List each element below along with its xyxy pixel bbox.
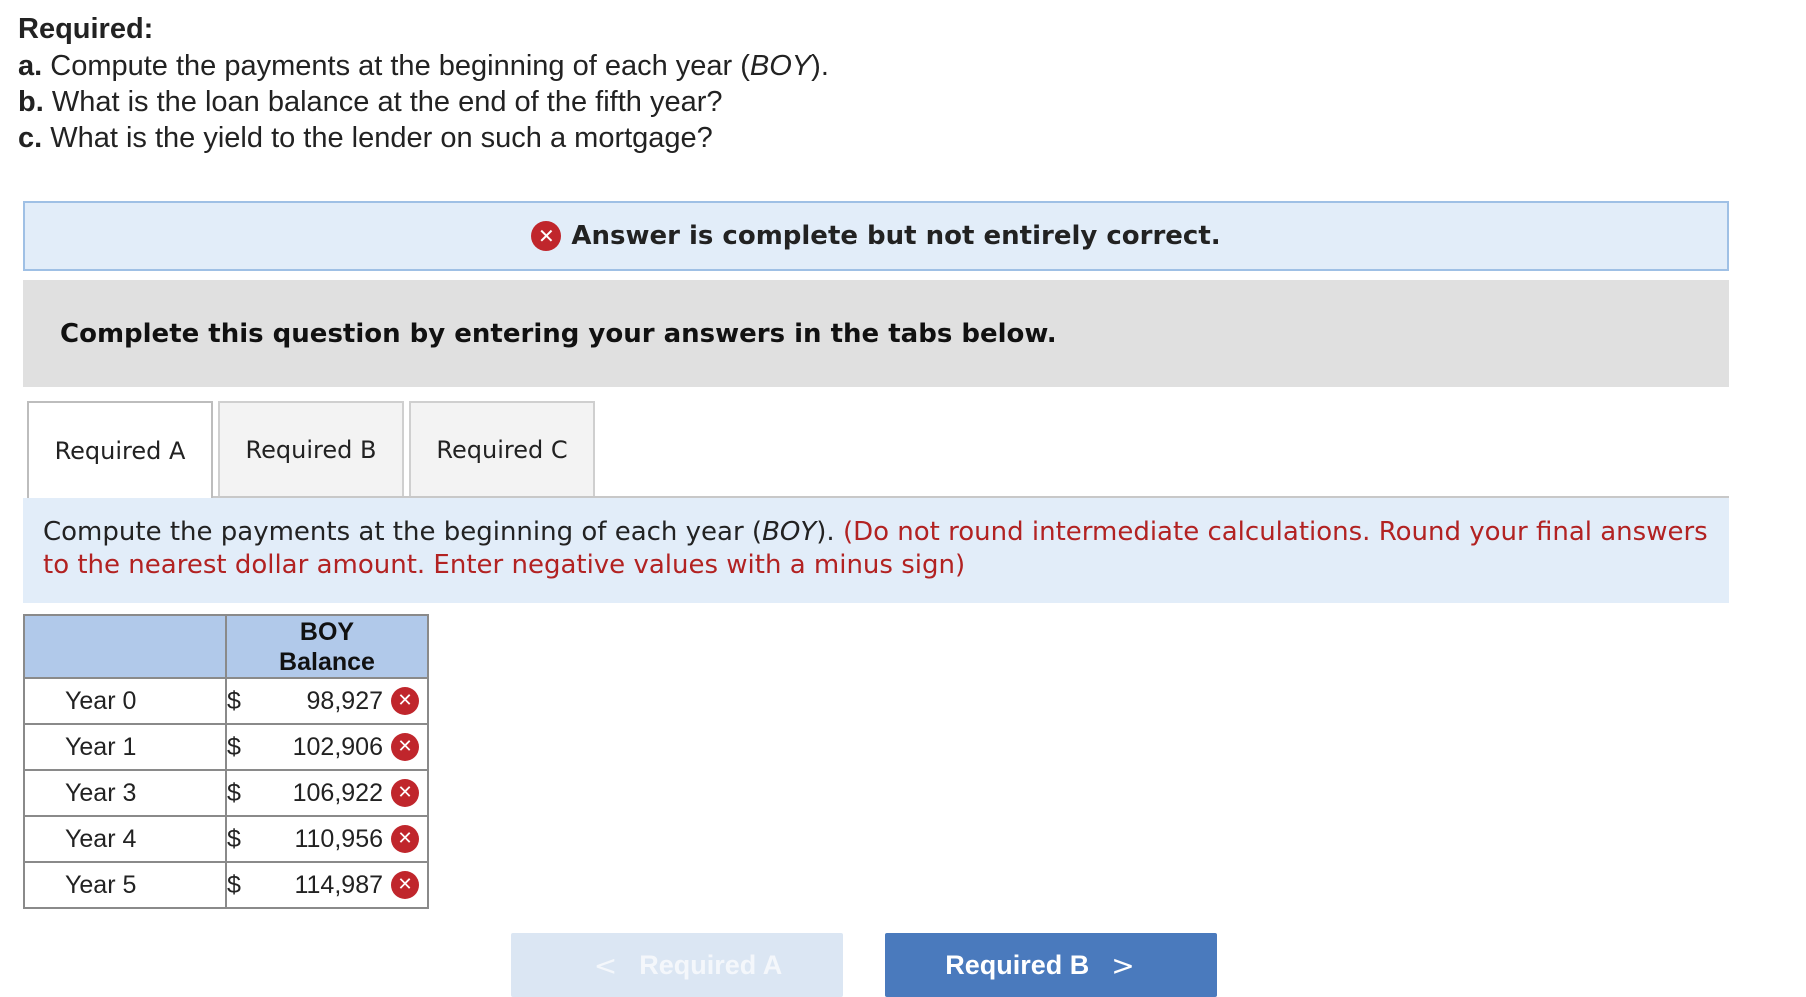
requirement-letter: a. (18, 50, 43, 82)
instruction-text: Complete this question by entering your … (60, 318, 1057, 349)
balance-input[interactable]: 102,906 (257, 733, 391, 762)
row-label: Year 4 (23, 815, 227, 863)
balance-cell: $ 106,922 ✕ (225, 769, 429, 817)
tab-required-b[interactable]: Required B (218, 401, 404, 496)
balance-input[interactable]: 114,987 (257, 871, 391, 900)
answer-status-text: Answer is complete but not entirely corr… (571, 221, 1221, 251)
incorrect-x-icon: ✕ (391, 687, 419, 715)
requirement-letter: c. (18, 122, 43, 154)
row-label: Year 1 (23, 723, 227, 771)
tab-bar: Required A Required B Required C (27, 401, 1733, 499)
answer-status-banner: ✕ Answer is complete but not entirely co… (23, 201, 1729, 271)
prev-button-label: Required A (639, 949, 783, 980)
balance-cell: $ 102,906 ✕ (225, 723, 429, 771)
prev-required-a-button[interactable]: < Required A (511, 933, 843, 997)
balance-input[interactable]: 110,956 (257, 825, 391, 854)
requirement-tail: ). (811, 50, 829, 82)
table-row: Year 3 $ 106,922 ✕ (23, 769, 429, 817)
requirement-text: What is the yield to the lender on such … (50, 122, 713, 154)
currency-symbol: $ (227, 778, 241, 807)
requirement-letter: b. (18, 86, 44, 118)
prompt-lead: Compute the payments at the beginning of… (43, 517, 763, 547)
chevron-left-icon: < (593, 948, 618, 982)
row-label: Year 5 (23, 861, 227, 909)
table-row: Year 1 $ 102,906 ✕ (23, 723, 429, 771)
prompt-close: ). (816, 517, 843, 547)
balance-cell: $ 114,987 ✕ (225, 861, 429, 909)
currency-symbol: $ (227, 686, 241, 715)
balance-input[interactable]: 106,922 (257, 779, 391, 808)
requirement-text: Compute the payments at the beginning of… (50, 50, 750, 82)
balance-cell: $ 110,956 ✕ (225, 815, 429, 863)
incorrect-x-icon: ✕ (391, 871, 419, 899)
table-header-row: BOY Balance (23, 614, 429, 679)
tab-required-a[interactable]: Required A (27, 401, 213, 498)
x-circle-icon: ✕ (531, 221, 562, 251)
row-label: Year 0 (23, 677, 227, 725)
table-row: Year 4 $ 110,956 ✕ (23, 815, 429, 863)
currency-symbol: $ (227, 732, 241, 761)
question-prompt: Compute the payments at the beginning of… (23, 498, 1729, 603)
boy-balance-table: BOY Balance Year 0 $ 98,927 ✕ Year 1 $ 1… (23, 614, 429, 909)
requirement-text: What is the loan balance at the end of t… (51, 86, 723, 118)
currency-symbol: $ (227, 870, 241, 899)
balance-cell: $ 98,927 ✕ (225, 677, 429, 725)
requirement-a: a. Compute the payments at the beginning… (18, 48, 1118, 84)
incorrect-x-icon: ✕ (391, 733, 419, 761)
table-row: Year 5 $ 114,987 ✕ (23, 861, 429, 909)
chevron-right-icon: > (1111, 948, 1135, 982)
requirements-heading: Required: (18, 13, 154, 45)
next-button-label: Required B (945, 949, 1090, 980)
balance-input[interactable]: 98,927 (257, 687, 391, 716)
table-row: Year 0 $ 98,927 ✕ (23, 677, 429, 725)
requirement-b: b. What is the loan balance at the end o… (18, 84, 1118, 120)
incorrect-x-icon: ✕ (391, 779, 419, 807)
next-required-b-button[interactable]: Required B > (885, 933, 1217, 997)
row-label: Year 3 (23, 769, 227, 817)
currency-symbol: $ (227, 824, 241, 853)
header-line-2: Balance (279, 647, 375, 676)
header-line-1: BOY (299, 617, 355, 646)
requirement-italic: BOY (749, 50, 812, 82)
requirement-c: c. What is the yield to the lender on su… (18, 120, 1118, 156)
prompt-italic: BOY (762, 517, 817, 547)
incorrect-x-icon: ✕ (391, 825, 419, 853)
table-header-boy-balance: BOY Balance (225, 614, 429, 679)
tab-required-c[interactable]: Required C (409, 401, 595, 496)
requirements-section: Required: a. Compute the payments at the… (18, 10, 1118, 156)
instruction-box: Complete this question by entering your … (23, 280, 1729, 387)
table-header-blank (23, 614, 227, 679)
